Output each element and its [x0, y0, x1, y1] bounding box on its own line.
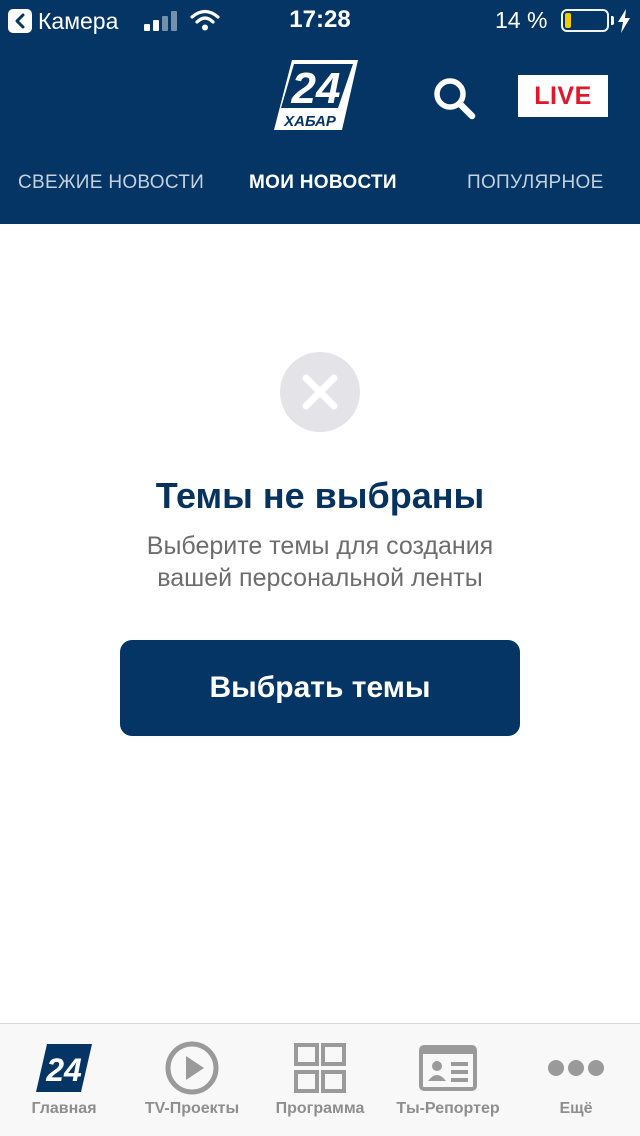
tabbar-label: Ещё	[559, 1100, 593, 1117]
empty-state-subtitle: Выберите темы для создания вашей персона…	[0, 530, 640, 594]
search-button[interactable]	[428, 72, 480, 124]
battery-icon	[561, 9, 609, 32]
tabbar-label: Ты-Репортер	[396, 1100, 500, 1117]
tabbar-label: TV-Проекты	[144, 1100, 240, 1117]
cellular-signal-icon	[144, 11, 177, 31]
logo-text: ХАБАР	[283, 113, 337, 130]
tabbar-item-tv-projects[interactable]: TV-Проекты	[128, 1024, 256, 1136]
bottom-tab-bar: 24 Главная TV-Проекты Программа Ты-Репор…	[0, 1023, 640, 1136]
grid-icon	[290, 1040, 350, 1096]
play-circle-icon	[162, 1040, 222, 1096]
status-time: 17:28	[289, 6, 351, 33]
screen: Камера 17:28 14 % 24 ХАБАР LIVE СВЕЖИЕ Н…	[0, 0, 640, 1136]
back-app-label: Камера	[38, 7, 119, 34]
tabbar-label: Программа	[275, 1100, 365, 1117]
choose-topics-button[interactable]: Выбрать темы	[120, 640, 520, 736]
tab-popular[interactable]: ПОПУЛЯРНОЕ	[467, 172, 604, 194]
close-circle-icon	[280, 352, 360, 432]
tab-fresh-news[interactable]: СВЕЖИЕ НОВОСТИ	[18, 172, 204, 194]
news-tabs: СВЕЖИЕ НОВОСТИ МОИ НОВОСТИ ПОПУЛЯРНОЕ	[0, 160, 640, 212]
battery-level-fill	[565, 13, 571, 28]
more-dots-icon	[546, 1040, 606, 1096]
logo-24-icon: 24	[34, 1040, 94, 1096]
logo-24-khabar[interactable]: 24 ХАБАР	[272, 58, 360, 132]
tabbar-item-reporter[interactable]: Ты-Репортер	[384, 1024, 512, 1136]
back-arrow-icon	[8, 9, 32, 33]
empty-state-title: Темы не выбраны	[155, 475, 485, 516]
app-header: Камера 17:28 14 % 24 ХАБАР LIVE СВЕЖИЕ Н…	[0, 0, 640, 224]
tabbar-item-home[interactable]: 24 Главная	[0, 1024, 128, 1136]
tabbar-item-more[interactable]: Ещё	[512, 1024, 640, 1136]
tabbar-label: Главная	[31, 1100, 97, 1117]
search-icon	[434, 78, 476, 120]
logo-number: 24	[291, 64, 341, 113]
tabbar-item-program[interactable]: Программа	[256, 1024, 384, 1136]
back-to-app-button[interactable]: Камера	[8, 8, 118, 34]
battery-cap	[611, 16, 614, 25]
subtitle-line: вашей персональной ленты	[157, 564, 483, 592]
tab-my-news[interactable]: МОИ НОВОСТИ	[249, 172, 397, 194]
live-button[interactable]: LIVE	[518, 75, 608, 117]
status-bar: Камера 17:28 14 %	[0, 0, 640, 42]
svg-text:24: 24	[45, 1052, 82, 1088]
subtitle-line: Выберите темы для создания	[146, 532, 494, 560]
id-card-icon	[418, 1040, 478, 1096]
wifi-icon	[190, 9, 220, 31]
charging-bolt-icon	[618, 9, 630, 33]
battery-percent: 14 %	[495, 7, 548, 33]
